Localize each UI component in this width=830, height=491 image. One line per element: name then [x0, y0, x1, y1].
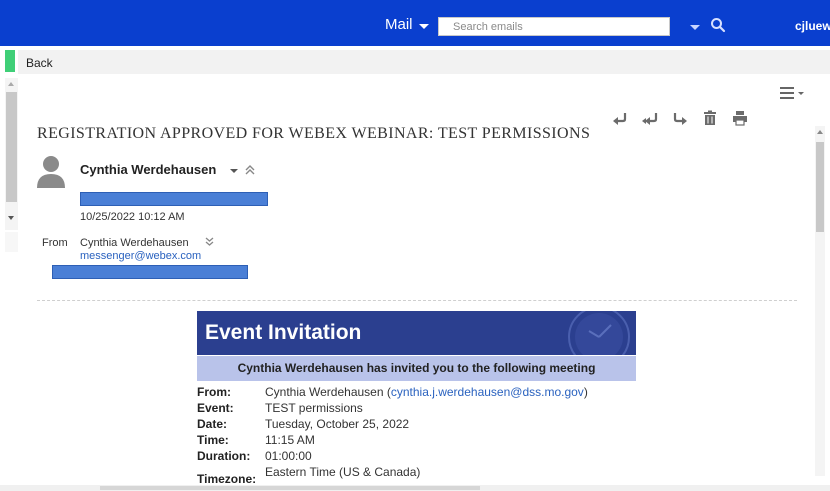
message-scrollbar[interactable] — [815, 126, 825, 476]
clock-icon — [568, 311, 630, 355]
list-scrollbar[interactable] — [5, 78, 18, 230]
mail-app-menu[interactable]: Mail — [385, 16, 429, 33]
detail-value-timezone: Eastern Time (US & Canada) — [265, 465, 421, 479]
back-button[interactable]: Back — [26, 56, 53, 70]
chevron-down-icon[interactable] — [230, 169, 238, 173]
message-date: 10/25/2022 10:12 AM — [80, 211, 185, 223]
mail-menu-label: Mail — [385, 16, 413, 33]
scrollbar-thumb[interactable] — [6, 92, 17, 202]
detail-label-duration: Duration: — [197, 449, 251, 463]
organizer-email-link[interactable]: cynthia.j.werdehausen@dss.mo.gov — [391, 385, 584, 399]
list-scrollbar-track — [5, 232, 18, 252]
from-label: From — [42, 237, 68, 249]
detail-label-from: From: — [197, 385, 231, 399]
delete-icon[interactable] — [702, 110, 718, 126]
avatar-icon — [37, 156, 65, 188]
sender-name[interactable]: Cynthia Werdehausen — [80, 162, 216, 177]
detail-label-date: Date: — [197, 417, 228, 431]
search-input[interactable] — [438, 17, 670, 36]
detail-label-timezone: Timezone: — [197, 472, 257, 486]
search-icon[interactable] — [710, 17, 726, 33]
scroll-up-icon[interactable] — [8, 82, 14, 86]
reply-icon[interactable] — [612, 110, 628, 126]
detail-value-time: 11:15 AM — [265, 433, 315, 447]
scroll-down-icon[interactable] — [8, 216, 14, 220]
invitation-subtitle: Cynthia Werdehausen has invited you to t… — [197, 356, 636, 381]
user-menu[interactable]: cjluew — [795, 19, 830, 33]
detail-value-date: Tuesday, October 25, 2022 — [265, 417, 410, 431]
invitation-title: Event Invitation — [205, 321, 362, 344]
invitation-header: Event Invitation — [197, 311, 636, 355]
organizer-suffix: ) — [583, 385, 588, 399]
scrollbar-thumb[interactable] — [816, 142, 824, 232]
from-name[interactable]: Cynthia Werdehausen — [80, 237, 189, 249]
redaction-box — [52, 265, 248, 279]
organizer-name: Cynthia Werdehausen ( — [265, 385, 391, 399]
message-divider — [37, 300, 797, 301]
scrollbar-thumb[interactable] — [100, 486, 480, 490]
from-email-link[interactable]: messenger@webex.com — [80, 250, 201, 262]
expand-icon[interactable] — [205, 237, 214, 247]
message-subject: REGISTRATION APPROVED FOR WEBEX WEBINAR:… — [37, 125, 591, 142]
forward-icon[interactable] — [672, 110, 688, 126]
search-scope-dropdown-icon[interactable] — [690, 25, 700, 30]
message-actions — [612, 110, 748, 128]
redaction-box — [80, 192, 268, 206]
detail-value-event: TEST permissions — [265, 401, 363, 415]
detail-value-from: Cynthia Werdehausen (cynthia.j.werdehaus… — [265, 385, 588, 399]
reply-all-icon[interactable] — [642, 110, 658, 126]
chevron-down-icon — [418, 23, 429, 29]
print-icon[interactable] — [732, 110, 748, 126]
back-bar — [18, 50, 830, 74]
horizontal-scrollbar[interactable] — [0, 485, 830, 491]
scroll-up-icon[interactable] — [817, 130, 823, 134]
collapse-icon[interactable] — [245, 164, 255, 176]
hamburger-menu-icon[interactable] — [780, 86, 808, 100]
detail-value-duration: 01:00:00 — [265, 449, 312, 463]
status-marker — [5, 50, 15, 72]
detail-label-event: Event: — [197, 401, 234, 415]
detail-label-time: Time: — [197, 433, 229, 447]
